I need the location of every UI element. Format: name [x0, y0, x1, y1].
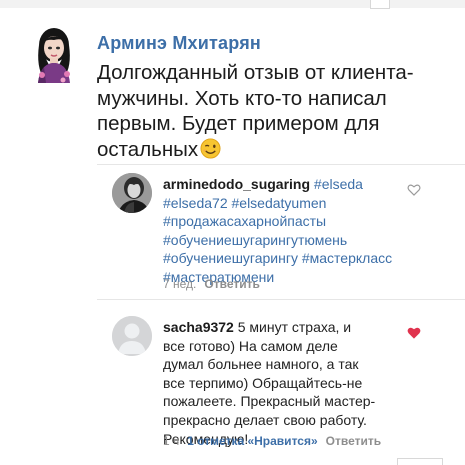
default-user-icon — [112, 316, 152, 356]
post-caption-text: Долгожданный отзыв от клиента- мужчины. … — [97, 61, 414, 161]
bottom-tab-mark — [397, 458, 443, 465]
hashtag[interactable]: #продажасахарнойпасты — [163, 213, 326, 229]
comment-separator — [97, 299, 465, 300]
comment-avatar[interactable] — [112, 173, 152, 213]
reply-button[interactable]: Ответить — [326, 434, 381, 448]
hashtag[interactable]: #elseda72 #elsedatyumen — [163, 195, 326, 211]
heart-outline-icon[interactable] — [407, 183, 421, 196]
reply-button[interactable]: Ответить — [204, 277, 259, 291]
comment-message: 5 минут страха, и все готово) На самом д… — [163, 319, 376, 447]
top-divider — [0, 0, 465, 9]
comment-username[interactable]: sacha9372 — [163, 319, 234, 335]
heart-filled-icon[interactable] — [407, 326, 421, 339]
comment-avatar[interactable] — [112, 316, 152, 356]
comment-time: 1 ч — [163, 434, 180, 448]
post-author-avatar[interactable] — [30, 27, 78, 85]
user-portrait-icon — [112, 173, 152, 213]
top-tab-mark — [370, 0, 390, 9]
comment-username[interactable]: arminedodo_sugaring — [163, 176, 310, 192]
likes-count[interactable]: 1 отметка «Нравится» — [187, 434, 317, 448]
comment-text: arminedodo_sugaring #elseda #elseda72 #e… — [163, 175, 398, 287]
post-author-name[interactable]: Арминэ Мхитарян — [97, 33, 261, 54]
wink-emoji-icon — [200, 137, 221, 166]
comment-text: sacha9372 5 минут страха, и все готово) … — [163, 318, 403, 448]
comment-time: 7 нед. — [163, 277, 197, 291]
hashtag[interactable]: #elseda — [314, 176, 363, 192]
instagram-comments-screen: Арминэ Мхитарян Долгожданный отзыв от кл… — [0, 0, 465, 465]
comment-meta: 7 нед. Ответить — [163, 277, 260, 291]
comment-meta: 1 ч 1 отметка «Нравится» Ответить — [163, 434, 381, 448]
author-portrait-icon — [38, 28, 70, 83]
hashtag[interactable]: #обучениешугарингу #мастеркласс — [163, 250, 392, 266]
post-separator — [97, 164, 465, 165]
hashtag[interactable]: #обучениешугарингутюмень — [163, 232, 347, 248]
post-caption: Долгожданный отзыв от клиента- мужчины. … — [97, 60, 447, 165]
